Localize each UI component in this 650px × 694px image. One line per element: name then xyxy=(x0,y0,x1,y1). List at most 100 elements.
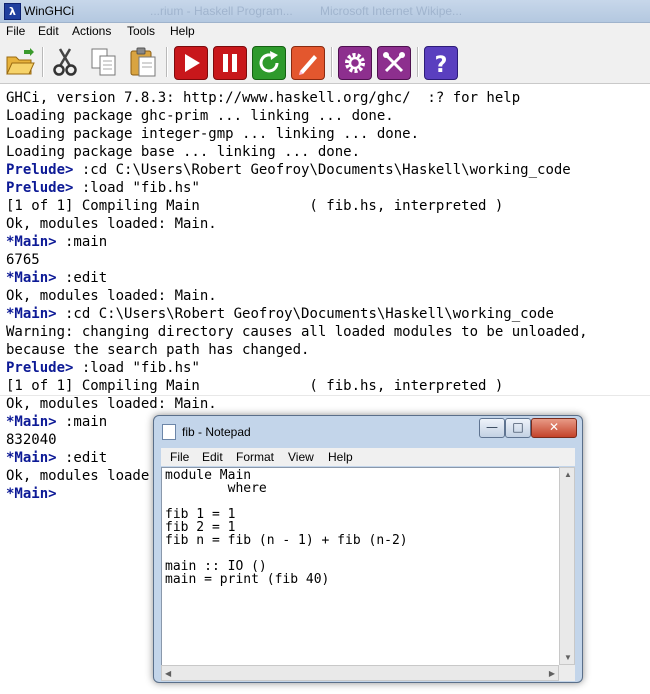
console-text: Ok, modules loade xyxy=(6,468,150,484)
menu-file[interactable]: File xyxy=(6,24,25,38)
cut-icon xyxy=(53,48,77,76)
background-window-title: ...rium - Haskell Program... xyxy=(150,4,293,18)
toolbar: ? xyxy=(0,41,650,84)
console-text: 6765 xyxy=(6,252,40,268)
console-line: 6765 xyxy=(6,251,588,269)
scroll-down-icon[interactable]: ▼ xyxy=(564,653,572,662)
gear-icon xyxy=(345,53,365,73)
console-text: Ok, modules loaded: Main. xyxy=(6,288,217,304)
notepad-title-bar[interactable]: fib - Notepad — □ ✕ xyxy=(154,416,582,446)
scroll-right-icon[interactable]: ▶ xyxy=(549,669,555,678)
console-text: Warning: changing directory causes all l… xyxy=(6,324,588,340)
toolbar-separator xyxy=(42,47,44,77)
notepad-menu-format[interactable]: Format xyxy=(236,450,274,464)
ghci-prompt: *Main> xyxy=(6,450,57,466)
console-line: Loading package ghc-prim ... linking ...… xyxy=(6,107,588,125)
horizontal-scrollbar[interactable]: ◀ ▶ xyxy=(161,665,559,681)
title-bar[interactable]: λ WinGHCi ...rium - Haskell Program... M… xyxy=(0,0,650,23)
menu-edit[interactable]: Edit xyxy=(38,24,59,38)
console-text: :edit xyxy=(56,450,108,466)
console-line: Prelude> :load "fib.hs" xyxy=(6,179,588,197)
copy-button[interactable] xyxy=(88,46,120,78)
winghci-app-icon: λ xyxy=(4,3,21,20)
help-icon: ? xyxy=(435,53,448,78)
scroll-left-icon[interactable]: ◀ xyxy=(165,669,171,678)
notepad-app-icon xyxy=(162,424,176,440)
tools-button[interactable] xyxy=(377,46,411,80)
console-line: *Main> :cd C:\Users\Robert Geofroy\Docum… xyxy=(6,305,588,323)
ghci-prompt: Prelude> xyxy=(6,162,74,178)
vertical-scrollbar[interactable]: ▲ ▼ xyxy=(559,467,575,665)
console-text: 832040 xyxy=(6,432,57,448)
window-title: WinGHCi xyxy=(24,4,74,18)
cut-button[interactable] xyxy=(49,46,81,78)
toolbar-separator xyxy=(166,47,168,77)
notepad-text[interactable]: module Main where fib 1 = 1 fib 2 = 1 fi… xyxy=(165,469,408,586)
reload-button[interactable] xyxy=(252,46,286,80)
notepad-menu-edit[interactable]: Edit xyxy=(202,450,223,464)
help-button[interactable]: ? xyxy=(424,46,458,80)
ghci-prompt: *Main> xyxy=(6,306,57,322)
paste-button[interactable] xyxy=(127,46,159,78)
ghci-prompt: *Main> xyxy=(6,486,57,502)
console-line: *Main> :edit xyxy=(6,269,588,287)
reload-icon xyxy=(259,51,279,73)
menu-help[interactable]: Help xyxy=(170,24,195,38)
menu-actions[interactable]: Actions xyxy=(72,24,111,38)
notepad-menu-file[interactable]: File xyxy=(170,450,189,464)
options-button[interactable] xyxy=(338,46,372,80)
console-text: :main xyxy=(56,414,108,430)
console-text: Loading package base ... linking ... don… xyxy=(6,144,361,160)
ghci-prompt: Prelude> xyxy=(6,180,74,196)
console-line: [1 of 1] Compiling Main ( fib.hs, interp… xyxy=(6,197,588,215)
console-text: Loading package ghc-prim ... linking ...… xyxy=(6,108,394,124)
toolbar-separator xyxy=(417,47,419,77)
console-text: :edit xyxy=(56,270,108,286)
resize-grip[interactable] xyxy=(559,665,575,681)
edit-icon xyxy=(299,55,317,75)
notepad-menu-view[interactable]: View xyxy=(288,450,314,464)
ghci-prompt: *Main> xyxy=(6,270,57,286)
notepad-window[interactable]: fib - Notepad — □ ✕ File Edit Format Vie… xyxy=(153,415,583,683)
notepad-text-area[interactable]: module Main where fib 1 = 1 fib 2 = 1 fi… xyxy=(161,467,561,667)
notepad-menu-help[interactable]: Help xyxy=(328,450,353,464)
run-icon xyxy=(185,54,200,72)
console-line: Loading package base ... linking ... don… xyxy=(6,143,588,161)
pause-icon xyxy=(223,54,237,72)
console-line: Warning: changing directory causes all l… xyxy=(6,323,588,341)
console-line: Prelude> :cd C:\Users\Robert Geofroy\Doc… xyxy=(6,161,588,179)
edit-button[interactable] xyxy=(291,46,325,80)
maximize-button[interactable]: □ xyxy=(505,418,531,438)
console-line: Loading package integer-gmp ... linking … xyxy=(6,125,588,143)
pause-button[interactable] xyxy=(213,46,247,80)
console-line: Ok, modules loaded: Main. xyxy=(6,395,588,413)
console-divider xyxy=(0,395,650,396)
toolbar-separator xyxy=(331,47,333,77)
notepad-menu-bar: File Edit Format View Help xyxy=(161,448,575,466)
console-line: Ok, modules loaded: Main. xyxy=(6,287,588,305)
menu-tools[interactable]: Tools xyxy=(127,24,155,38)
scroll-up-icon[interactable]: ▲ xyxy=(564,470,572,479)
console-line: GHCi, version 7.8.3: http://www.haskell.… xyxy=(6,89,588,107)
open-icon xyxy=(6,48,35,75)
console-line: Ok, modules loaded: Main. xyxy=(6,215,588,233)
svg-text:?: ? xyxy=(435,53,448,78)
ghci-prompt: *Main> xyxy=(6,414,57,430)
console-text: :load "fib.hs" xyxy=(73,180,200,196)
copy-icon xyxy=(91,48,116,76)
open-button[interactable] xyxy=(4,46,36,78)
console-line: Prelude> :load "fib.hs" xyxy=(6,359,588,377)
background-window-title: Microsoft Internet Wikipe... xyxy=(320,4,463,18)
paste-icon xyxy=(130,47,156,77)
console-text: Loading package integer-gmp ... linking … xyxy=(6,126,420,142)
ghci-prompt: *Main> xyxy=(6,234,57,250)
console-text: [1 of 1] Compiling Main ( fib.hs, interp… xyxy=(6,198,504,214)
console-text: :cd C:\Users\Robert Geofroy\Documents\Ha… xyxy=(73,162,571,178)
close-button[interactable]: ✕ xyxy=(531,418,577,438)
console-text: Ok, modules loaded: Main. xyxy=(6,216,217,232)
minimize-button[interactable]: — xyxy=(479,418,505,438)
console-text: [1 of 1] Compiling Main ( fib.hs, interp… xyxy=(6,378,504,394)
menu-bar: File Edit Actions Tools Help xyxy=(0,23,650,41)
console-line: *Main> :main xyxy=(6,233,588,251)
run-button[interactable] xyxy=(174,46,208,80)
